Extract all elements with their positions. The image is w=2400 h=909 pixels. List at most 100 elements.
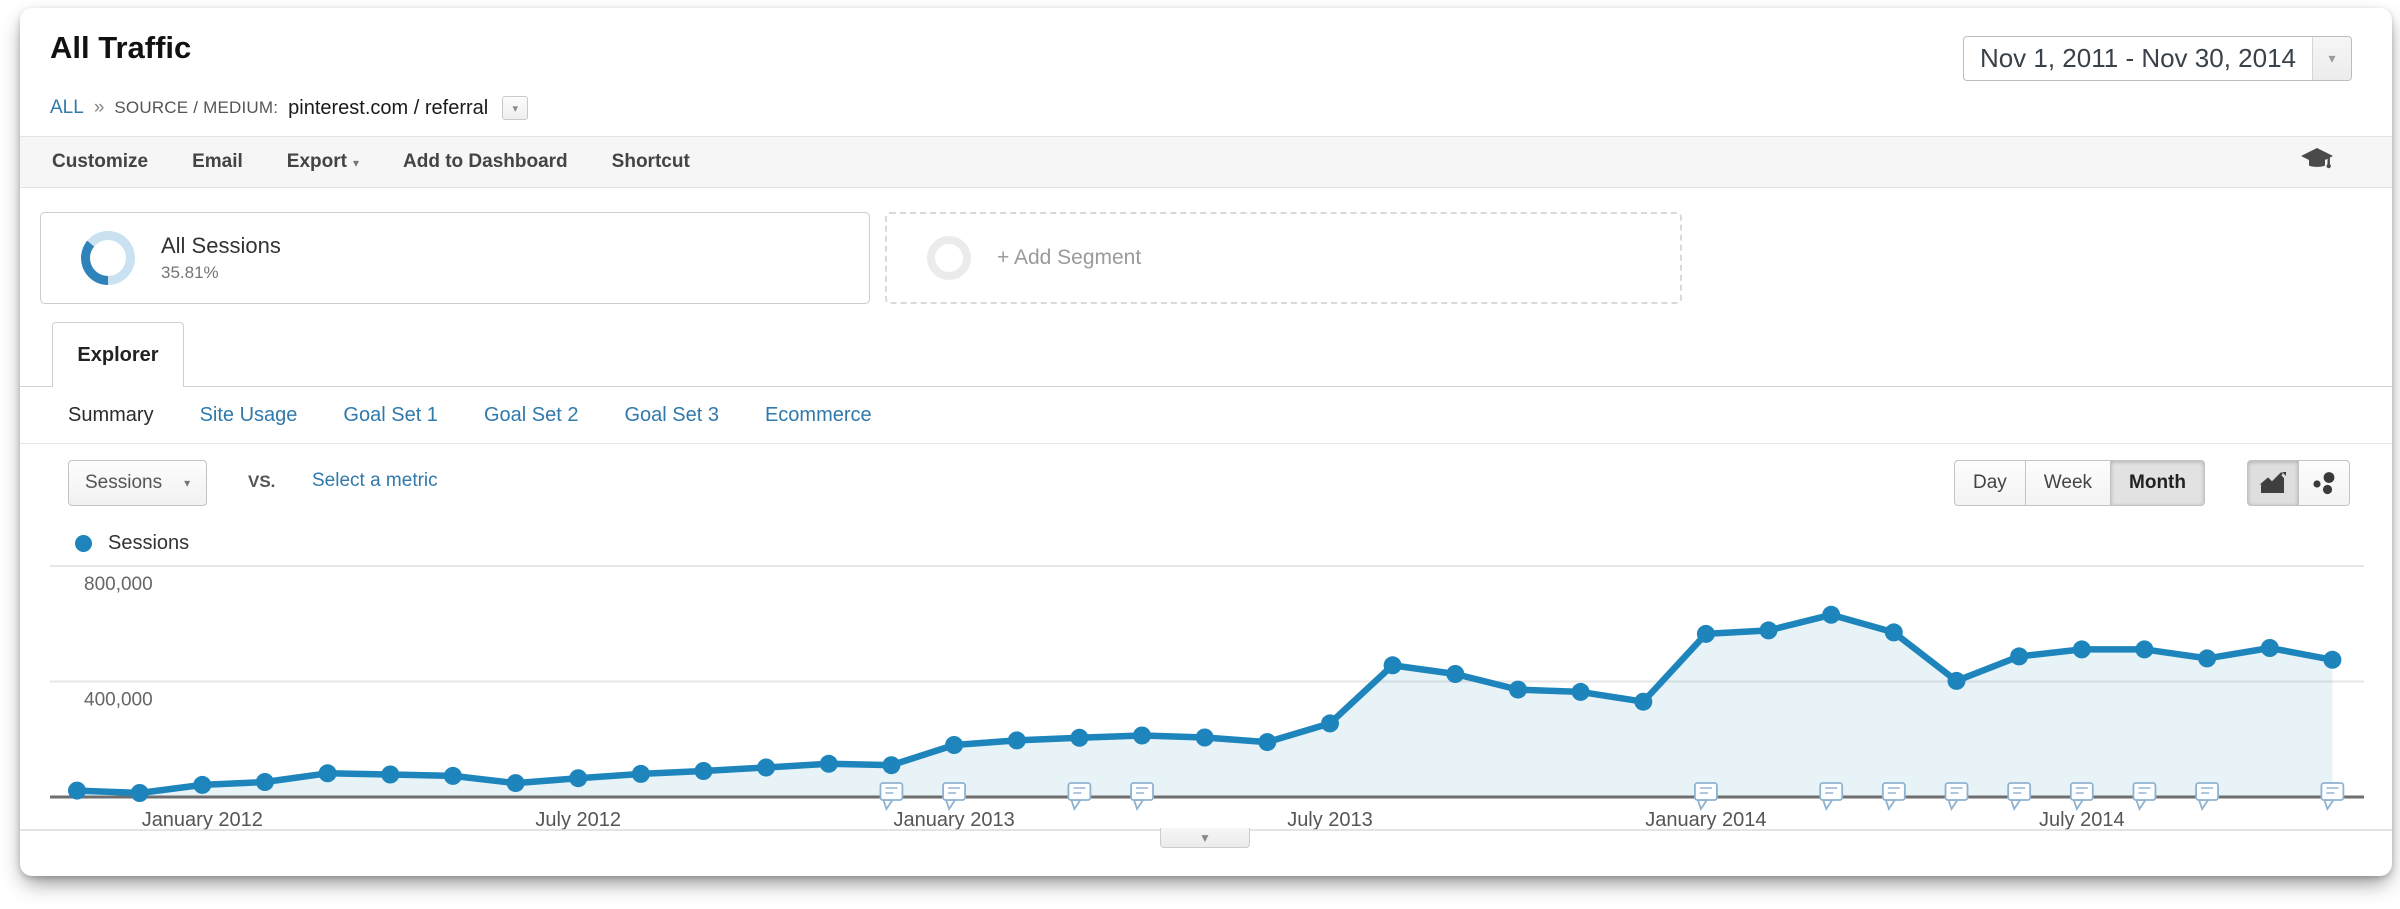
data-point-aug-2014[interactable] <box>2135 640 2153 658</box>
note-bubble-part <box>880 783 902 800</box>
add-to-dashboard-button[interactable]: Add to Dashboard <box>403 151 568 173</box>
data-point-feb-2014[interactable] <box>1760 621 1778 639</box>
note-bubble-part <box>1883 783 1905 800</box>
data-point-nov-2012[interactable] <box>820 755 838 773</box>
data-point-may-2013[interactable] <box>1196 729 1214 747</box>
data-point-jul-2013[interactable] <box>1321 714 1339 732</box>
data-point-sep-2013[interactable] <box>1446 665 1464 683</box>
annotation-note-bubble-icon[interactable] <box>1820 783 1842 809</box>
shortcut-button[interactable]: Shortcut <box>612 151 690 173</box>
data-point-nov-2011[interactable] <box>68 782 86 800</box>
granularity-day-button[interactable]: Day <box>1954 460 2026 506</box>
tab-explorer[interactable]: Explorer <box>52 322 184 387</box>
annotation-note-bubble-icon[interactable] <box>1883 783 1905 809</box>
annotation-note-bubble-icon[interactable] <box>943 783 965 809</box>
intelligence-events-button[interactable] <box>2300 146 2334 179</box>
data-point-apr-2012[interactable] <box>381 766 399 784</box>
data-point-jul-2014[interactable] <box>2073 640 2091 658</box>
motion-chart-icon <box>2311 471 2337 495</box>
line-chart-icon <box>2260 472 2286 494</box>
data-point-dec-2013[interactable] <box>1634 693 1652 711</box>
note-bubble-part <box>2324 800 2333 809</box>
data-point-apr-2013[interactable] <box>1133 727 1151 745</box>
metric-selector-dropdown[interactable]: Sessions ▾ <box>68 460 207 506</box>
date-range-selector[interactable]: Nov 1, 2011 - Nov 30, 2014 ▾ <box>1963 36 2352 81</box>
annotation-note-bubble-icon[interactable] <box>1695 783 1717 809</box>
annotation-note-bubble-icon[interactable] <box>880 783 902 809</box>
data-point-may-2012[interactable] <box>444 767 462 785</box>
data-point-sep-2014[interactable] <box>2198 649 2216 667</box>
data-point-jun-2012[interactable] <box>507 774 525 792</box>
data-point-apr-2014[interactable] <box>1885 623 1903 641</box>
data-point-nov-2014[interactable] <box>2323 651 2341 669</box>
data-point-jan-2014[interactable] <box>1697 625 1715 643</box>
page-title: All Traffic <box>50 30 191 66</box>
note-bubble-part <box>1820 783 1842 800</box>
subtab-ecommerce[interactable]: Ecommerce <box>765 404 872 427</box>
data-point-jun-2013[interactable] <box>1258 733 1276 751</box>
chart-legend: Sessions <box>75 532 189 555</box>
annotation-note-bubble-icon[interactable] <box>1068 783 1090 809</box>
breadcrumb-all-link[interactable]: ALL <box>50 97 84 119</box>
chart-controls: Sessions ▾ vs. Select a metric Day Week … <box>20 444 2392 529</box>
annotation-note-bubble-icon[interactable] <box>1946 783 1968 809</box>
add-segment-button[interactable]: + Add Segment <box>885 212 1682 304</box>
breadcrumb-dimension-label: SOURCE / MEDIUM: <box>114 98 278 118</box>
select-a-metric-link[interactable]: Select a metric <box>312 470 438 492</box>
data-point-sep-2012[interactable] <box>695 762 713 780</box>
data-point-oct-2013[interactable] <box>1509 681 1527 699</box>
data-point-nov-2013[interactable] <box>1572 683 1590 701</box>
segment-all-sessions[interactable]: All Sessions 35.81% <box>40 212 870 304</box>
customize-button[interactable]: Customize <box>52 151 148 173</box>
data-point-mar-2014[interactable] <box>1822 606 1840 624</box>
chevron-down-icon: ▾ <box>184 476 190 490</box>
annotation-note-bubble-icon[interactable] <box>1131 783 1153 809</box>
granularity-week-button[interactable]: Week <box>2026 460 2111 506</box>
note-bubble-part <box>1946 783 1968 800</box>
note-bubble-part <box>2321 783 2343 800</box>
note-bubble-part <box>1068 783 1090 800</box>
data-point-feb-2012[interactable] <box>256 773 274 791</box>
x-axis-tick-label: July 2013 <box>1287 809 1373 831</box>
data-point-dec-2011[interactable] <box>131 784 149 802</box>
note-bubble-part <box>943 783 965 800</box>
annotation-note-bubble-icon[interactable] <box>2008 783 2030 809</box>
data-point-aug-2013[interactable] <box>1384 656 1402 674</box>
subtab-summary[interactable]: Summary <box>68 404 154 427</box>
granularity-buttons: Day Week Month <box>1954 460 2205 506</box>
subtab-goal-set-1[interactable]: Goal Set 1 <box>343 404 438 427</box>
data-point-aug-2012[interactable] <box>632 765 650 783</box>
motion-chart-type-button[interactable] <box>2299 460 2350 506</box>
note-bubble-part <box>1698 800 1707 809</box>
granularity-month-button[interactable]: Month <box>2111 460 2205 506</box>
data-point-mar-2013[interactable] <box>1070 729 1088 747</box>
annotation-note-bubble-icon[interactable] <box>2321 783 2343 809</box>
subtab-goal-set-2[interactable]: Goal Set 2 <box>484 404 579 427</box>
line-chart-type-button[interactable] <box>2247 460 2299 506</box>
subtab-goal-set-3[interactable]: Goal Set 3 <box>624 404 719 427</box>
data-point-dec-2012[interactable] <box>882 756 900 774</box>
data-point-feb-2013[interactable] <box>1008 731 1026 749</box>
note-bubble-part <box>2196 783 2218 800</box>
breadcrumb-dropdown-button[interactable]: ▾ <box>502 96 528 120</box>
chart-collapse-toggle[interactable]: ▼ <box>1160 828 1250 848</box>
subtab-site-usage[interactable]: Site Usage <box>200 404 298 427</box>
data-point-may-2014[interactable] <box>1948 672 1966 690</box>
email-button[interactable]: Email <box>192 151 243 173</box>
data-point-mar-2012[interactable] <box>319 764 337 782</box>
data-point-jul-2012[interactable] <box>569 769 587 787</box>
data-point-oct-2012[interactable] <box>757 759 775 777</box>
chart-type-buttons <box>2247 460 2350 506</box>
export-menu-button[interactable]: Export▾ <box>287 151 359 173</box>
data-point-jun-2014[interactable] <box>2010 647 2028 665</box>
data-point-jan-2013[interactable] <box>945 736 963 754</box>
note-bubble-part <box>1823 800 1832 809</box>
note-bubble-part <box>2071 783 2093 800</box>
annotation-note-bubble-icon[interactable] <box>2196 783 2218 809</box>
chevron-down-icon: ▾ <box>2312 37 2351 80</box>
data-point-oct-2014[interactable] <box>2261 639 2279 657</box>
note-bubble-part <box>1134 800 1143 809</box>
annotation-note-bubble-icon[interactable] <box>2071 783 2093 809</box>
annotation-note-bubble-icon[interactable] <box>2133 783 2155 809</box>
data-point-jan-2012[interactable] <box>193 776 211 794</box>
